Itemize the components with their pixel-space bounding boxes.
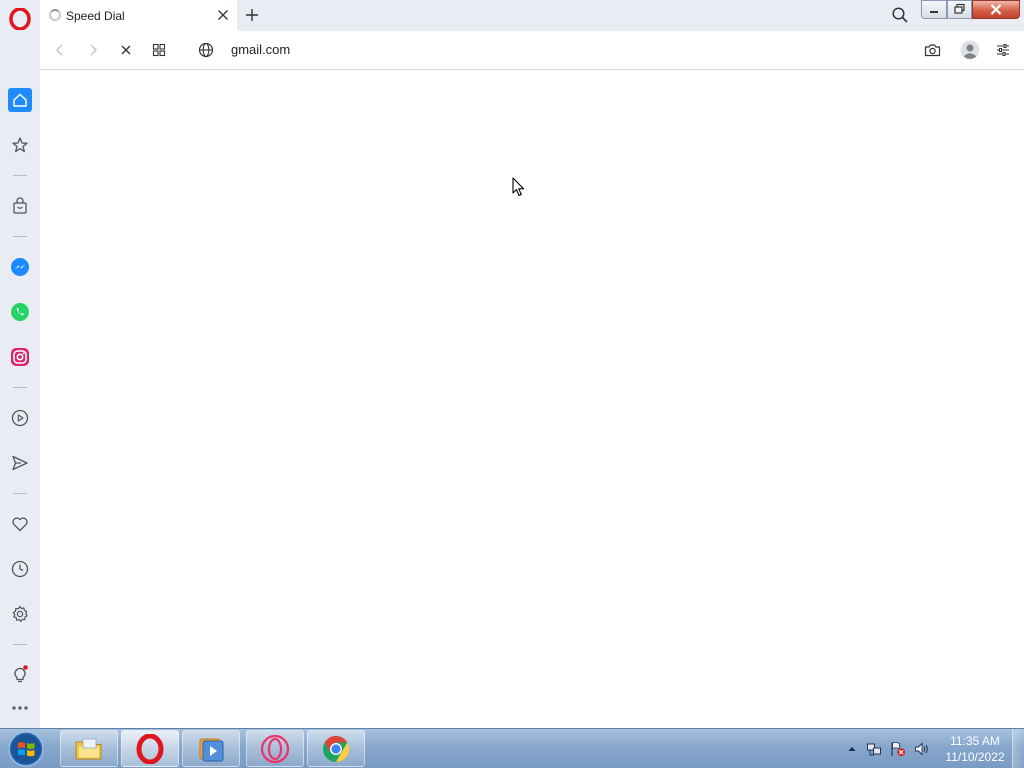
taskbar-media-player[interactable]: [182, 730, 240, 767]
chrome-icon: [323, 735, 350, 762]
show-hidden-icons-button[interactable]: [844, 741, 860, 757]
tab-title: Speed Dial: [66, 9, 125, 23]
clock-date: 11/10/2022: [945, 750, 1005, 764]
close-icon[interactable]: [216, 8, 230, 22]
forward-arrow-icon: [90, 44, 98, 56]
back-button[interactable]: [51, 41, 69, 59]
sidebar-item-flow[interactable]: [8, 451, 32, 475]
chevron-up-icon: [848, 747, 856, 751]
stop-icon: [121, 45, 131, 55]
sidebar-separator: [13, 387, 27, 388]
sidebar-item-tips[interactable]: [8, 662, 32, 686]
window-controls: [921, 0, 1022, 20]
taskbar-chrome[interactable]: [307, 730, 365, 767]
sidebar-item-shopping[interactable]: [8, 194, 32, 218]
media-player-icon: [199, 738, 224, 761]
profile-button[interactable]: [960, 40, 980, 60]
taskbar-explorer[interactable]: [60, 730, 118, 767]
show-desktop-button[interactable]: [1012, 729, 1024, 769]
sidebar-separator: [13, 175, 27, 176]
minimize-button[interactable]: [921, 0, 947, 19]
tab-overview-button[interactable]: [150, 41, 168, 59]
opera-logo[interactable]: [9, 8, 31, 30]
sidebar-item-whatsapp[interactable]: [8, 300, 32, 324]
grid-icon: [152, 43, 166, 57]
taskbar: 11:35 AM 11/10/2022: [0, 728, 1024, 769]
tray-volume[interactable]: [914, 741, 930, 757]
sidebar-separator: [13, 493, 27, 494]
avatar-icon: [960, 40, 980, 60]
speaker-icon: [915, 742, 928, 756]
opera-gx-icon: [260, 734, 290, 763]
address-bar: gmail.com: [40, 31, 1024, 70]
sidebar-item-messenger[interactable]: [8, 255, 32, 279]
sidebar-item-home[interactable]: [8, 88, 32, 112]
search-icon[interactable]: [891, 6, 909, 24]
sidebar: [0, 0, 40, 728]
back-arrow-icon: [55, 44, 63, 56]
sidebar-separator: [13, 644, 27, 645]
tab-strip: Speed Dial: [40, 0, 1024, 31]
new-tab-plus-icon[interactable]: [244, 7, 260, 23]
clock-time: 11:35 AM: [950, 734, 1000, 748]
taskbar-opera[interactable]: [121, 730, 179, 767]
clock-icon: [11, 560, 29, 578]
messenger-icon: [11, 258, 29, 276]
sidebar-item-speed-dial[interactable]: [8, 133, 32, 157]
tray-network[interactable]: [866, 741, 882, 757]
start-button[interactable]: [6, 731, 46, 767]
sliders-icon: [997, 44, 1009, 56]
site-info-button[interactable]: [197, 41, 215, 59]
heart-icon: [12, 517, 28, 532]
sidebar-item-pinboards[interactable]: [8, 512, 32, 536]
flag-error-icon: [891, 741, 906, 757]
more-icon: [12, 706, 28, 710]
taskbar-opera-gx[interactable]: [246, 730, 304, 767]
restore-icon: [954, 3, 965, 14]
snapshot-button[interactable]: [923, 41, 941, 59]
home-icon: [13, 93, 27, 107]
gear-icon: [12, 605, 28, 622]
lightbulb-icon: [14, 665, 28, 683]
url-field[interactable]: gmail.com: [231, 42, 290, 57]
globe-icon: [198, 42, 214, 58]
page-content[interactable]: [40, 70, 1024, 728]
system-tray: 11:35 AM 11/10/2022: [840, 729, 1024, 769]
tab-speed-dial[interactable]: Speed Dial: [40, 0, 237, 31]
easy-setup-button[interactable]: [994, 41, 1012, 59]
sidebar-item-instagram[interactable]: [8, 345, 32, 369]
sidebar-item-history[interactable]: [8, 557, 32, 581]
whatsapp-icon: [11, 303, 29, 321]
instagram-icon: [11, 348, 29, 366]
tray-action-center[interactable]: [890, 741, 906, 757]
minimize-icon: [930, 11, 938, 13]
stop-loading-button[interactable]: [117, 41, 135, 59]
camera-icon: [924, 44, 940, 57]
close-window-button[interactable]: [972, 0, 1020, 19]
close-window-icon: [990, 4, 1002, 15]
restore-button[interactable]: [947, 0, 972, 19]
send-icon: [12, 455, 28, 471]
sidebar-item-settings[interactable]: [8, 602, 32, 626]
shopping-bag-icon: [13, 197, 27, 214]
play-icon: [11, 409, 29, 427]
folder-icon: [75, 738, 102, 759]
loading-spinner-icon: [49, 9, 61, 21]
network-icon: [867, 743, 881, 756]
forward-button[interactable]: [84, 41, 102, 59]
taskbar-clock[interactable]: 11:35 AM 11/10/2022: [940, 733, 1010, 765]
sidebar-item-player[interactable]: [8, 406, 32, 430]
mouse-cursor-icon: [512, 177, 525, 197]
windows-start-icon: [8, 731, 44, 767]
sidebar-item-more[interactable]: [8, 696, 32, 720]
sidebar-separator: [13, 236, 27, 237]
opera-icon: [136, 733, 164, 764]
star-icon: [12, 137, 28, 153]
